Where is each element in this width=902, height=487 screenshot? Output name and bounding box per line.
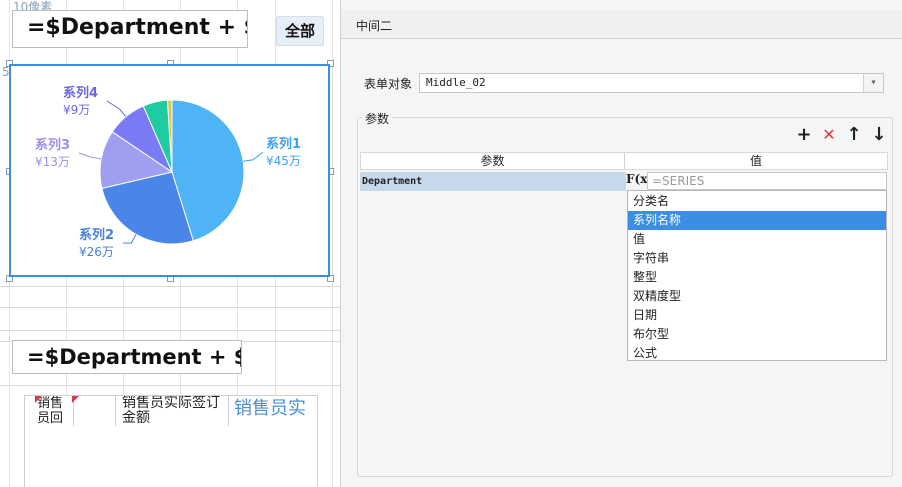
form-object-label: 表单对象 (364, 77, 413, 91)
delete-icon[interactable]: ✕ (820, 126, 838, 144)
pie-chart-widget[interactable]: 系列1 ¥45万系列2 ¥26万 系列3 ¥13万 系列4 ¥9万 (9, 64, 330, 277)
grid-line (0, 286, 340, 287)
pie-series-label: 系列4 (63, 85, 98, 101)
leader-line (243, 151, 264, 162)
pie-series-label: 系列2 (79, 227, 114, 243)
tab-title[interactable]: 中间二 (356, 17, 392, 34)
plus-icon[interactable]: + (795, 126, 813, 144)
header-param[interactable]: 参数 (361, 153, 625, 169)
param-value-input[interactable]: =SERIES (647, 172, 887, 190)
formula-cell-top[interactable]: =$Department + $ (12, 10, 248, 48)
grid-line (332, 0, 333, 487)
params-title: 参数 (362, 110, 393, 127)
dropdown-option[interactable]: 双精度型 (628, 287, 886, 306)
pie-chart: 系列1 ¥45万系列2 ¥26万 系列3 ¥13万 系列4 ¥9万 (35, 85, 301, 259)
pie-value-label: ¥26万 (79, 245, 114, 259)
all-button[interactable]: 全部 (276, 16, 324, 46)
dropdown-option[interactable]: 字符串 (628, 249, 886, 268)
formula-fx-icon[interactable]: F(x) (626, 172, 653, 190)
pie-series-label: 系列3 (35, 137, 70, 153)
form-object-select[interactable]: Middle_02 ▾ (419, 73, 884, 93)
grid-line (0, 307, 340, 308)
leader-line (78, 152, 102, 160)
value-type-dropdown[interactable]: 分类名 系列名称值字符串 整型 双精度型 日期 布尔型 公式 (627, 190, 887, 361)
dropdown-option[interactable]: 系列名称 (628, 211, 886, 230)
pie-value-label: ¥45万 (266, 154, 301, 168)
table-cell[interactable]: 销售员实际签订金额 (116, 396, 229, 426)
grid-line (0, 330, 340, 331)
dropdown-option[interactable]: 整型 (628, 268, 886, 287)
param-row-name[interactable]: Department (360, 172, 626, 191)
red-marker-icon (35, 396, 42, 403)
dropdown-option[interactable]: 公式 (628, 344, 886, 363)
chevron-down-icon[interactable]: ▾ (863, 74, 883, 92)
form-object-value: Middle_02 (426, 76, 486, 89)
leader-line (106, 100, 127, 118)
red-marker-icon (72, 396, 79, 403)
report-designer-canvas[interactable]: 10像素 =$Department + $ 全部 54像素 系列1¥45万系列2… (0, 0, 340, 487)
arrow-down-icon[interactable]: ↓ (870, 126, 888, 144)
header-value[interactable]: 值 (625, 153, 887, 169)
sales-table-preview[interactable]: 销售员回 销售员实际签订金额 销售员实 (24, 395, 318, 487)
dropdown-option[interactable]: 值 (628, 230, 886, 249)
table-cell[interactable]: 销售员实 (231, 396, 320, 426)
grid-line (0, 385, 340, 386)
dropdown-option[interactable]: 日期 (628, 306, 886, 325)
arrow-up-icon[interactable]: ↑ (845, 126, 863, 144)
dropdown-option[interactable]: 布尔型 (628, 325, 886, 344)
pie-value-label: ¥13万 (35, 155, 70, 169)
formula-cell-bottom[interactable]: =$Department + $ (12, 340, 242, 374)
panel-tab-bar (341, 10, 902, 39)
pie-value-label: ¥9万 (63, 103, 90, 117)
dropdown-option[interactable]: 分类名 (628, 192, 886, 211)
params-table-header: 参数 值 (360, 152, 888, 170)
pie-series-label: 系列1 (266, 136, 301, 152)
leader-line (122, 234, 137, 244)
